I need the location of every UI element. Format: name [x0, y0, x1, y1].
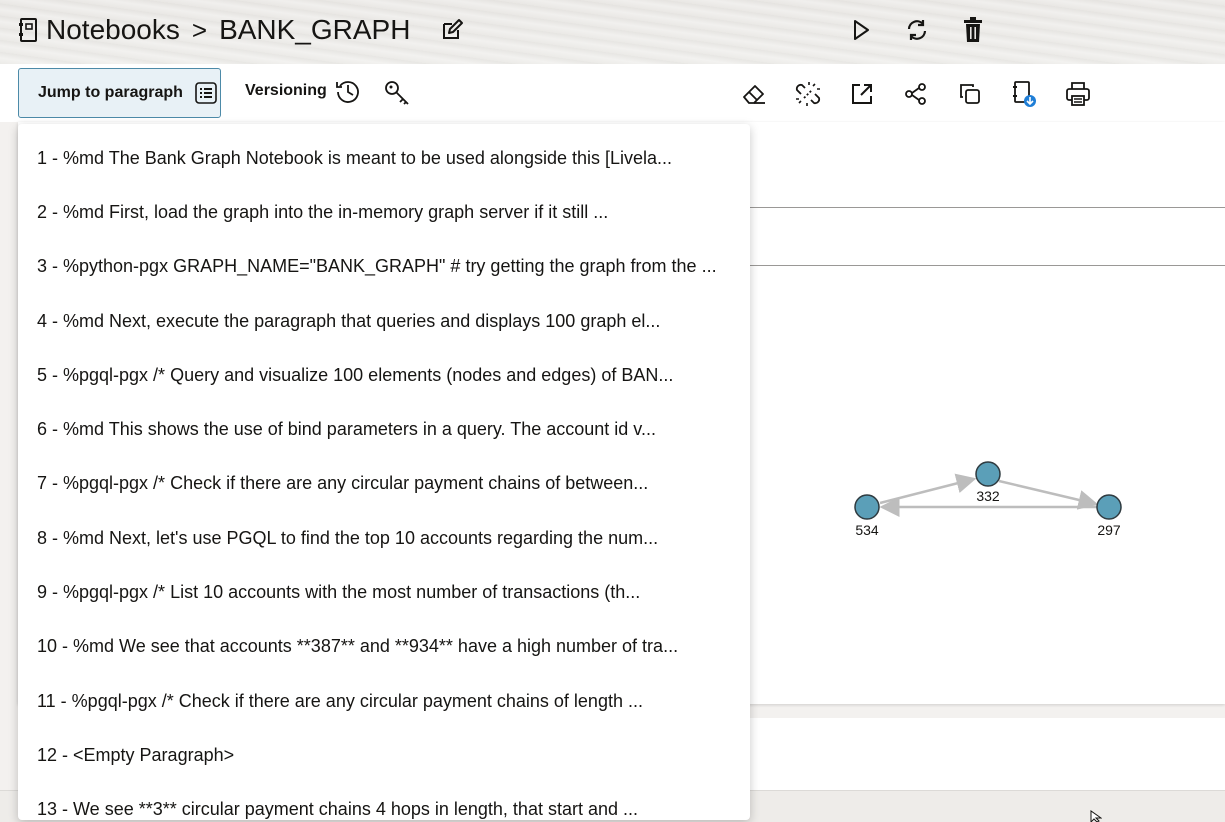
- eraser-icon[interactable]: [738, 78, 770, 110]
- graph-node[interactable]: [854, 494, 880, 520]
- copy-icon[interactable]: [954, 78, 986, 110]
- notebook-icon: [18, 17, 38, 43]
- versioning-button[interactable]: Versioning: [245, 78, 361, 104]
- graph-node-label: 332: [976, 488, 1000, 504]
- divider: [750, 265, 1225, 266]
- paragraph-menu-item[interactable]: 4 - %md Next, execute the paragraph that…: [18, 294, 750, 348]
- paragraph-menu-item[interactable]: 3 - %python-pgx GRAPH_NAME="BANK_GRAPH" …: [18, 240, 750, 294]
- notebook-toolbar: Jump to paragraph Versioning: [0, 64, 1225, 122]
- key-icon[interactable]: [384, 80, 410, 106]
- paragraph-menu-item[interactable]: 2 - %md First, load the graph into the i…: [18, 185, 750, 239]
- versioning-label: Versioning: [245, 82, 327, 99]
- list-icon: [195, 82, 217, 104]
- paragraph-menu-item[interactable]: 8 - %md Next, let's use PGQL to find the…: [18, 511, 750, 565]
- paragraph-menu-item[interactable]: 12 - <Empty Paragraph>: [18, 728, 750, 782]
- trash-icon[interactable]: [957, 14, 989, 46]
- paragraph-menu-item[interactable]: 5 - %pgql-pgx /* Query and visualize 100…: [18, 348, 750, 402]
- breadcrumb-separator: >: [191, 14, 208, 45]
- divider: [750, 207, 1225, 208]
- jump-to-paragraph-menu: 1 - %md The Bank Graph Notebook is meant…: [18, 124, 750, 820]
- graph-node[interactable]: [1096, 494, 1122, 520]
- import-notebook-icon[interactable]: [1008, 78, 1040, 110]
- graph-edge: [879, 473, 977, 505]
- paragraph-menu-item[interactable]: 7 - %pgql-pgx /* Check if there are any …: [18, 457, 750, 511]
- edit-icon[interactable]: [440, 18, 464, 42]
- notebook-title: BANK_GRAPH: [219, 14, 411, 45]
- jump-to-paragraph-button[interactable]: Jump to paragraph: [18, 68, 221, 118]
- notebook-header: Notebooks > BANK_GRAPH: [0, 0, 1225, 64]
- paragraph-menu-item[interactable]: 11 - %pgql-pgx /* Check if there are any…: [18, 674, 750, 728]
- unlink-icon[interactable]: [792, 78, 824, 110]
- graph-node-label: 297: [1097, 522, 1121, 538]
- paragraph-menu-item[interactable]: 10 - %md We see that accounts **387** an…: [18, 620, 750, 674]
- run-icon[interactable]: [845, 14, 877, 46]
- graph-edge: [998, 479, 1099, 510]
- graph-node[interactable]: [975, 461, 1001, 487]
- paragraph-menu-item[interactable]: 9 - %pgql-pgx /* List 10 accounts with t…: [18, 565, 750, 619]
- print-icon[interactable]: [1062, 78, 1094, 110]
- external-link-icon[interactable]: [846, 78, 878, 110]
- refresh-icon[interactable]: [901, 14, 933, 46]
- paragraph-menu-item[interactable]: 1 - %md The Bank Graph Notebook is meant…: [18, 131, 750, 185]
- share-icon[interactable]: [900, 78, 932, 110]
- jump-to-paragraph-label: Jump to paragraph: [38, 84, 183, 101]
- history-icon: [335, 78, 361, 104]
- breadcrumb-notebooks-link[interactable]: Notebooks: [46, 14, 180, 46]
- mouse-cursor-icon: [1090, 810, 1102, 822]
- breadcrumb: Notebooks > BANK_GRAPH: [18, 12, 464, 48]
- paragraph-menu-item[interactable]: 13 - We see **3** circular payment chain…: [18, 783, 750, 820]
- graph-node-label: 534: [855, 522, 879, 538]
- paragraph-menu-item[interactable]: 6 - %md This shows the use of bind param…: [18, 402, 750, 456]
